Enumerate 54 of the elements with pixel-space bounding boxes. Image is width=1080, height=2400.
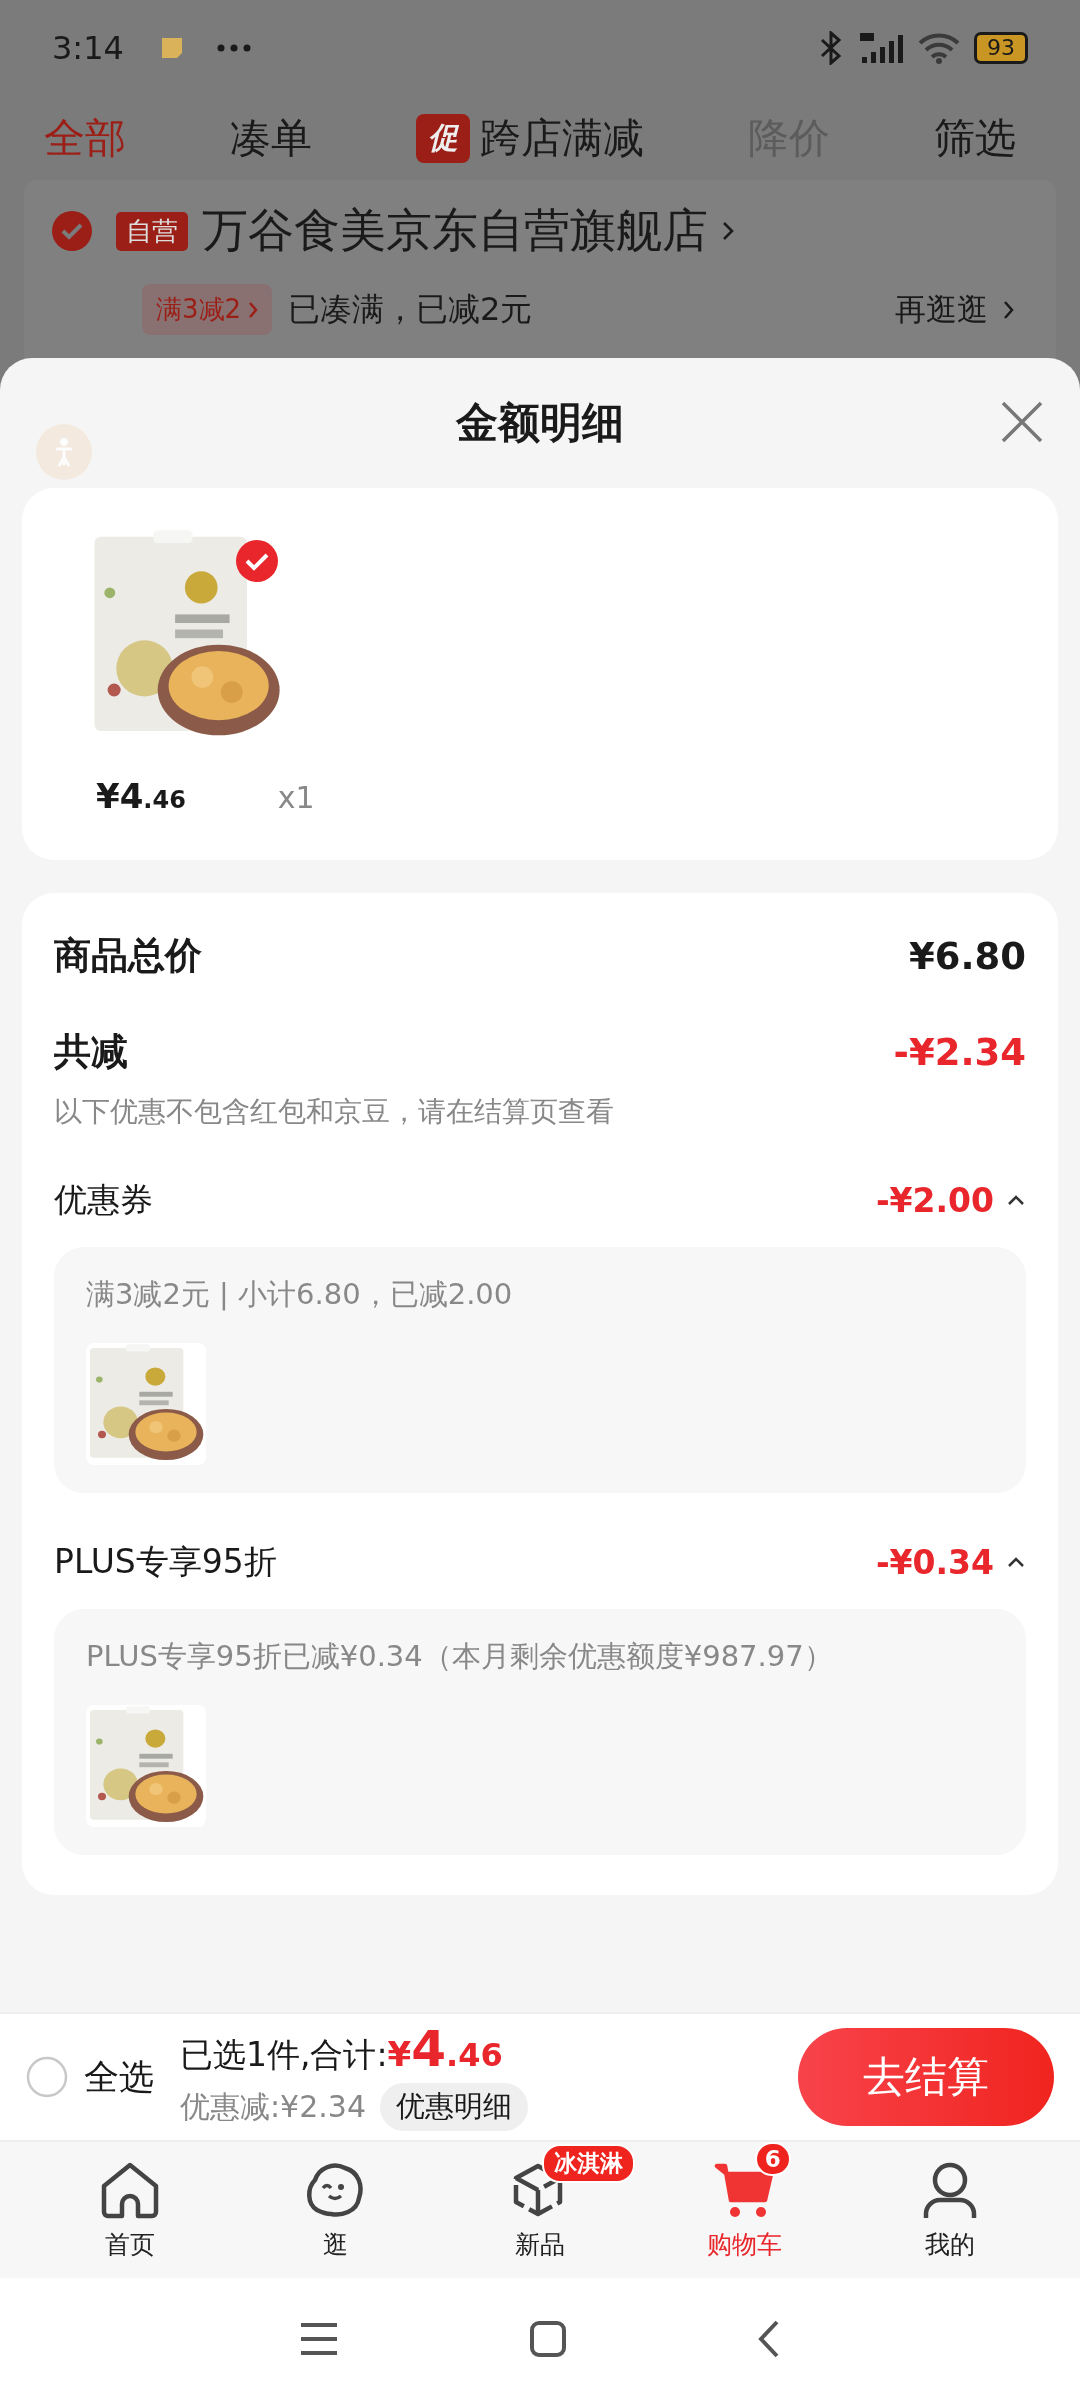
- discount-amount: -¥0.34: [875, 1542, 994, 1582]
- self-run-tag: 自营: [116, 211, 188, 251]
- promo-text: 已凑满，已减2元: [288, 288, 533, 330]
- chevron-icon: [249, 301, 259, 318]
- checkout-button[interactable]: 去结算: [798, 2028, 1054, 2126]
- bluetooth-icon: [818, 31, 844, 65]
- menu-icon[interactable]: [299, 2321, 339, 2357]
- nav-tab[interactable]: 逛: [232, 2142, 438, 2278]
- discount-type: 优惠券: [54, 1178, 153, 1221]
- signal-icon: [858, 31, 904, 65]
- check-icon[interactable]: [236, 540, 278, 582]
- discount-detail: 满3减2元 | 小计6.80，已减2.00: [86, 1276, 514, 1313]
- message-icon: [159, 36, 184, 60]
- discount-detail: PLUS专享95折已减¥0.34（本月剩余优惠额度¥987.97）: [86, 1638, 834, 1675]
- nav-tab[interactable]: 我的: [847, 2142, 1052, 2278]
- more-icon: [215, 43, 252, 53]
- discount-total: -¥2.34: [893, 1030, 1026, 1074]
- caret-icon[interactable]: [1006, 1556, 1026, 1568]
- discount-type: PLUS专享95折: [54, 1540, 277, 1583]
- close-icon[interactable]: [1000, 400, 1044, 444]
- discount-label: 共减: [54, 1029, 128, 1075]
- nav-tab[interactable]: 6 购物车: [642, 2142, 848, 2278]
- nav-badge: 6: [754, 2141, 791, 2176]
- shop-more-link[interactable]: 再逛逛: [895, 288, 988, 331]
- filter-tab[interactable]: 促 跨店满减: [416, 110, 644, 166]
- filter-tab[interactable]: 凑单: [230, 110, 312, 166]
- nav-badge: 冰淇淋: [542, 2143, 635, 2183]
- check-icon[interactable]: [52, 211, 92, 251]
- sheet-title: 金额明细: [456, 397, 624, 449]
- quantity: x1: [277, 780, 315, 815]
- selected-summary: 已选1件,合计:: [180, 2034, 388, 2076]
- discount-note: 以下优惠不包含红包和京豆，请在结算页查看: [54, 1094, 615, 1130]
- total-price: ¥6.80: [908, 934, 1026, 978]
- select-all-label[interactable]: 全选: [84, 2053, 154, 2101]
- product-price: ¥4.46: [96, 776, 186, 816]
- chevron-icon: [1004, 300, 1014, 319]
- chevron-icon: [722, 221, 734, 241]
- store-name[interactable]: 万谷食美京东自营旗舰店: [202, 200, 708, 262]
- wifi-icon: [918, 32, 960, 64]
- battery-level: 93: [974, 32, 1028, 64]
- select-all-radio[interactable]: [26, 2056, 68, 2098]
- total-label: 商品总价: [54, 933, 202, 979]
- promo-badge: 促: [416, 113, 470, 163]
- savings-text: 优惠减:¥2.34: [180, 2087, 366, 2126]
- discount-amount: -¥2.00: [875, 1180, 994, 1220]
- status-time: 3:14: [52, 29, 124, 67]
- back-icon[interactable]: [757, 2319, 781, 2359]
- discount-detail-button[interactable]: 优惠明细: [380, 2083, 528, 2131]
- home-button-icon[interactable]: [529, 2320, 567, 2358]
- caret-icon[interactable]: [1006, 1194, 1026, 1206]
- nav-tab[interactable]: 冰淇淋 新品: [437, 2142, 643, 2278]
- nav-tab[interactable]: 首页: [28, 2142, 233, 2278]
- total-price: ¥4.46: [387, 2023, 503, 2080]
- filter-tab[interactable]: 筛选: [934, 110, 1016, 166]
